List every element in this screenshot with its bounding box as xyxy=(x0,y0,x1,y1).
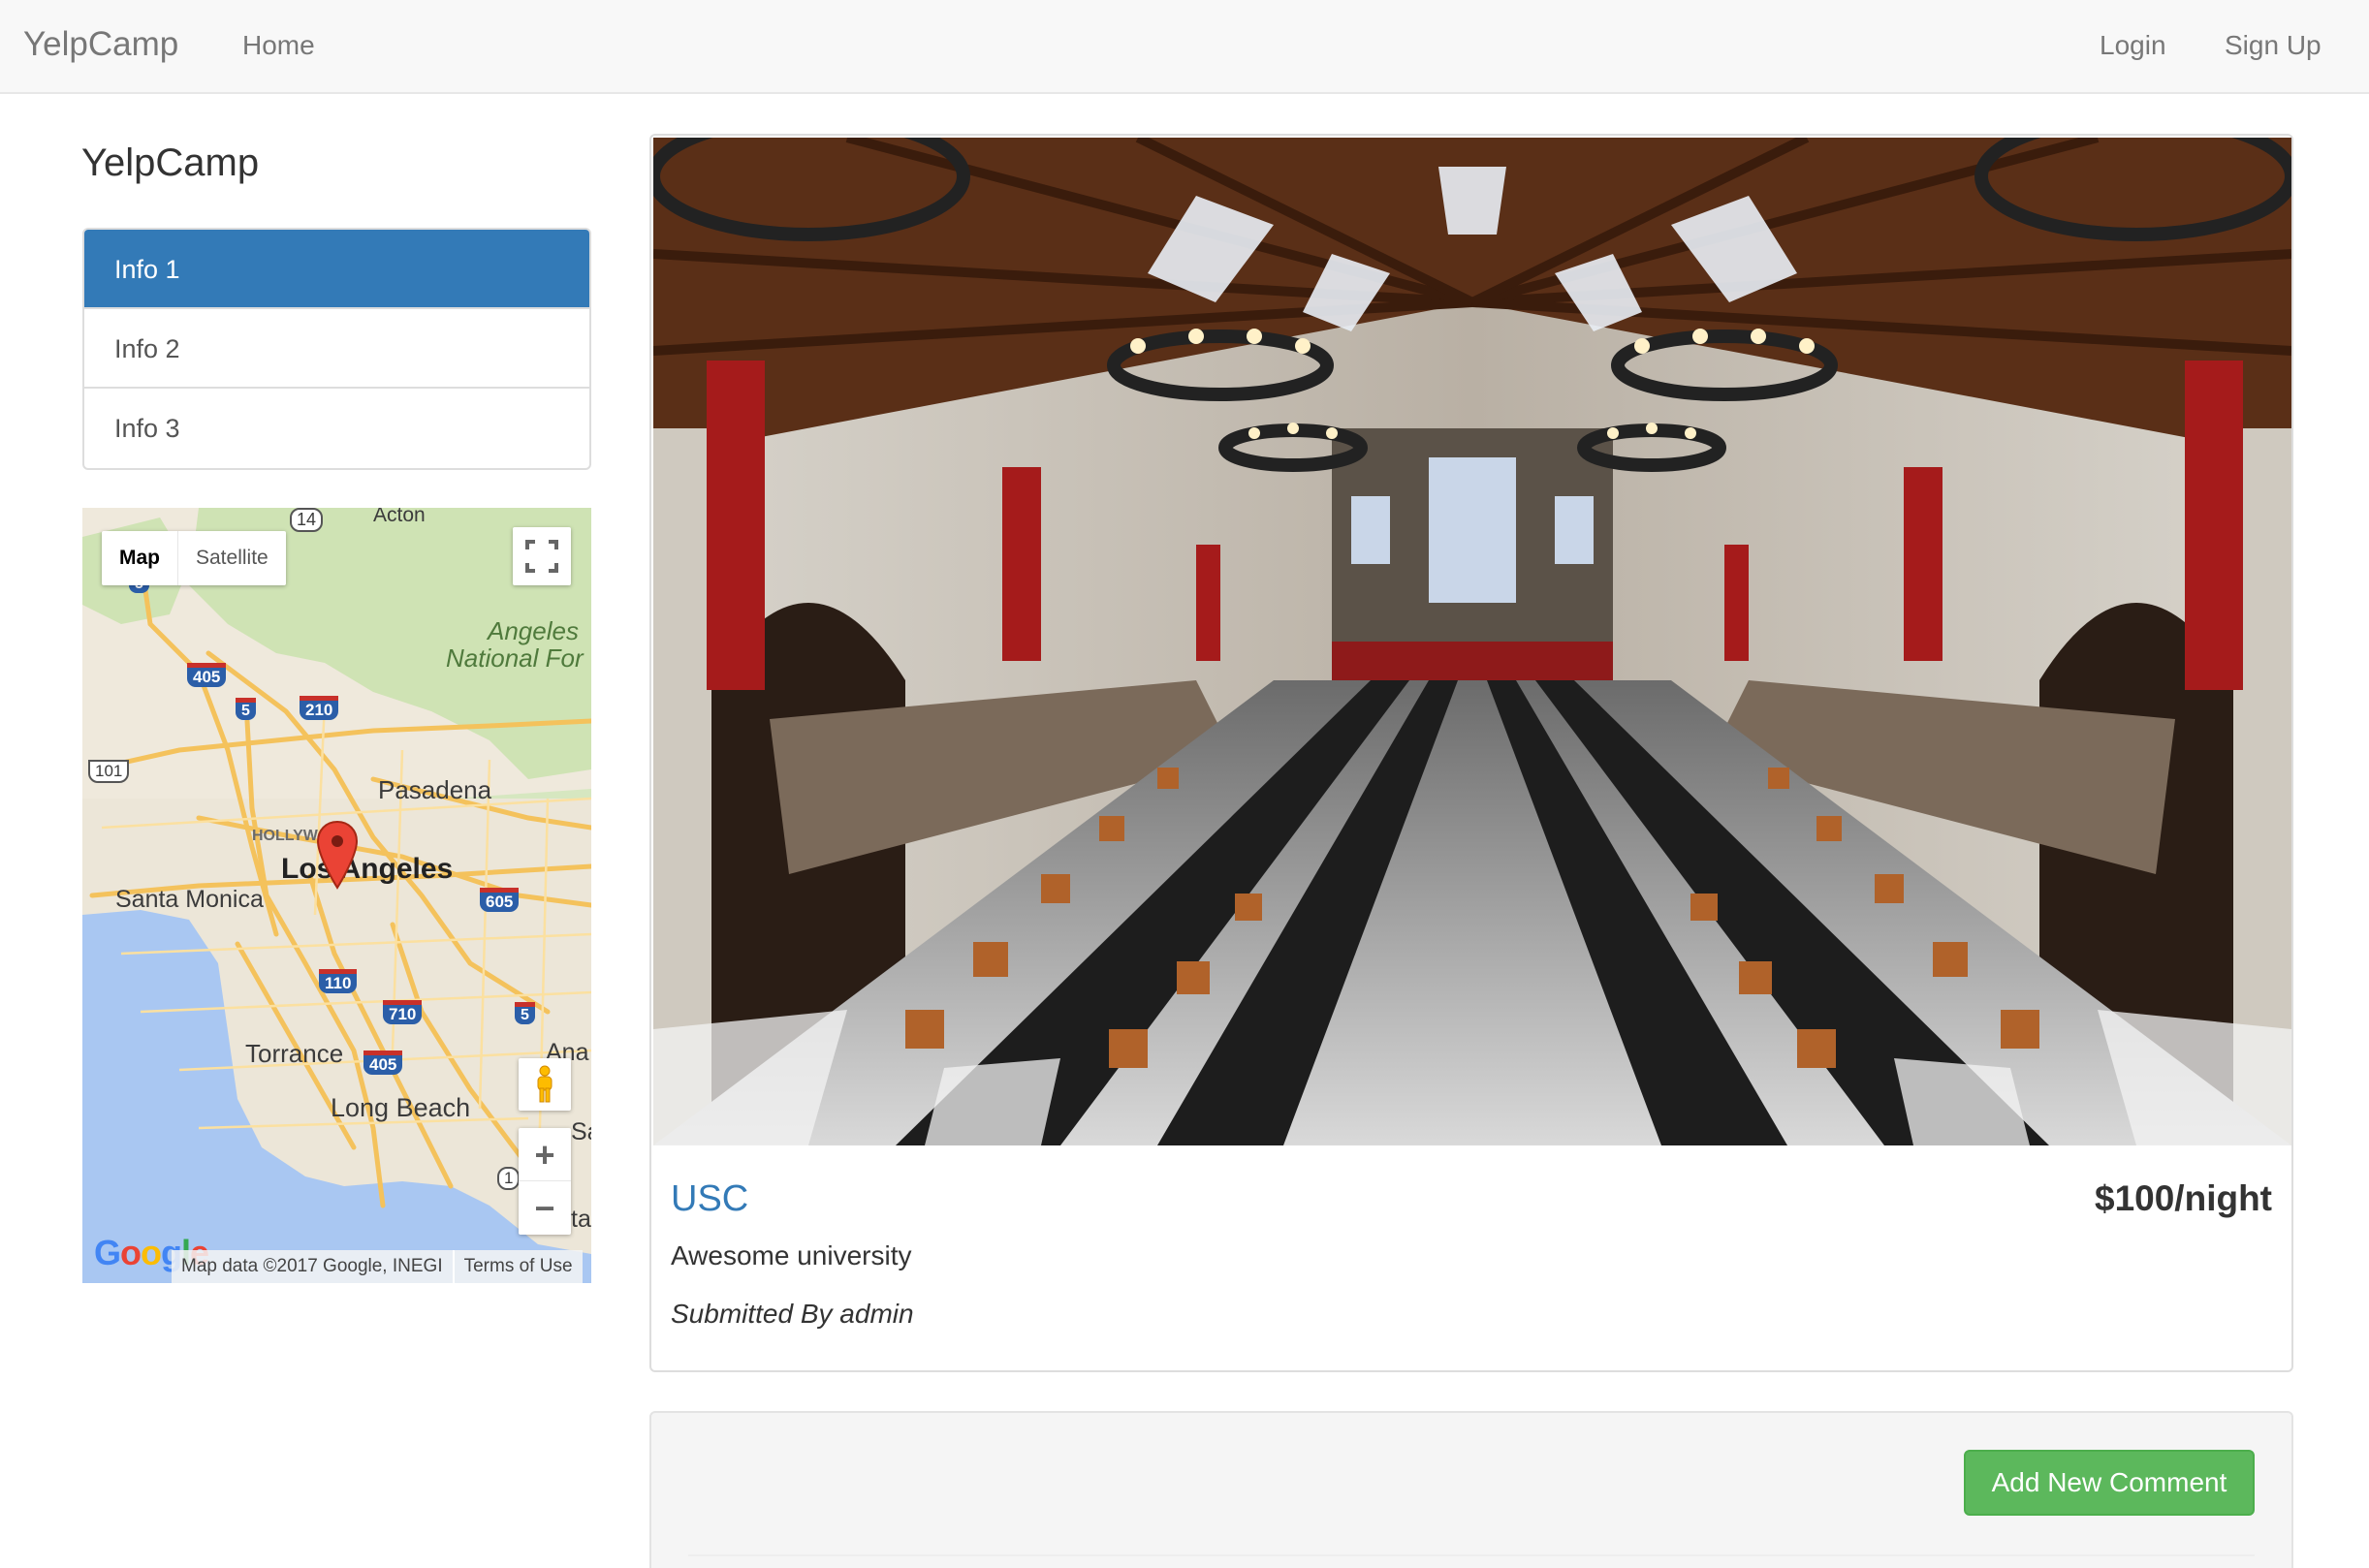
campground-description: Awesome university xyxy=(671,1240,912,1270)
interstate-110-shield: 110 xyxy=(319,969,358,993)
interstate-605-shield: 605 xyxy=(480,888,520,912)
campground-image xyxy=(653,138,2291,1145)
navbar: YelpCamp Home Login Sign Up xyxy=(0,0,2369,94)
street-view-pegman-button[interactable] xyxy=(519,1058,571,1111)
comments-divider xyxy=(688,1554,2255,1556)
nav-link-home[interactable]: Home xyxy=(242,30,315,61)
route-14-shield: 14 xyxy=(290,508,324,532)
info-list-item-1[interactable]: Info 1 xyxy=(84,230,589,309)
interstate-405-shield-south: 405 xyxy=(363,1051,403,1075)
interstate-5-shield-south: 5 xyxy=(515,1002,535,1024)
zoom-in-button[interactable]: + xyxy=(519,1128,571,1181)
us-101-shield: 101 xyxy=(88,760,130,783)
map-label-ta: ta xyxy=(571,1206,591,1233)
map-label-torrance: Torrance xyxy=(245,1039,344,1068)
location-marker-icon[interactable] xyxy=(315,820,360,890)
zoom-control: + − xyxy=(519,1128,571,1235)
dining-hall-illustration xyxy=(653,138,2291,1145)
pegman-icon xyxy=(537,1065,553,1103)
google-map[interactable]: Acton Angeles National For Pasadena HOLL… xyxy=(82,508,591,1283)
map-label-acton: Acton xyxy=(373,508,426,526)
sidebar-title: YelpCamp xyxy=(81,141,260,184)
map-terms-link[interactable]: Terms of Use xyxy=(452,1250,583,1283)
map-label-pasadena: Pasadena xyxy=(378,775,492,804)
info-list-item-2[interactable]: Info 2 xyxy=(84,309,589,389)
map-attribution: Map data ©2017 Google, INEGI xyxy=(181,1256,443,1276)
info-list-item-3[interactable]: Info 3 xyxy=(84,389,589,468)
add-new-comment-button[interactable]: Add New Comment xyxy=(1964,1450,2255,1516)
comments-section: Add New Comment xyxy=(649,1411,2293,1568)
campground-price: $100/night xyxy=(2095,1178,2272,1218)
map-attribution-bar: Map data ©2017 Google, INEGI Terms of Us… xyxy=(172,1250,583,1283)
info-list: Info 1 Info 2 Info 3 xyxy=(82,228,591,470)
route-1-shield: 1 xyxy=(497,1167,521,1190)
fullscreen-button[interactable] xyxy=(513,527,571,585)
interstate-710-shield: 710 xyxy=(383,1000,423,1024)
map-label-long-beach: Long Beach xyxy=(331,1093,471,1122)
campground-name-link[interactable]: USC xyxy=(671,1178,748,1220)
map-label-sa: Sa xyxy=(571,1118,591,1145)
map-label-angeles-nf-1: Angeles xyxy=(488,616,579,645)
campground-author: Submitted By admin xyxy=(671,1299,914,1329)
navbar-brand[interactable]: YelpCamp xyxy=(23,25,178,64)
interstate-210-shield: 210 xyxy=(300,696,339,720)
map-type-satellite-button[interactable]: Satellite xyxy=(178,531,286,585)
map-label-angeles-nf-2: National For xyxy=(446,643,584,673)
nav-link-signup[interactable]: Sign Up xyxy=(2225,30,2322,61)
map-label-los-angeles: Los Angeles xyxy=(281,853,454,885)
fullscreen-icon xyxy=(525,540,558,573)
map-type-control: Map Satellite xyxy=(102,531,286,585)
interstate-5-shield-mid: 5 xyxy=(236,698,256,720)
map-label-santa-monica: Santa Monica xyxy=(115,886,264,913)
map-type-map-button[interactable]: Map xyxy=(102,531,178,585)
campground-card: USC $100/night Awesome university Submit… xyxy=(649,134,2293,1372)
map-label-hollywood: HOLLYW xyxy=(252,828,318,844)
interstate-405-shield-north: 405 xyxy=(187,663,227,687)
zoom-out-button[interactable]: − xyxy=(519,1181,571,1235)
nav-link-login[interactable]: Login xyxy=(2100,30,2166,61)
